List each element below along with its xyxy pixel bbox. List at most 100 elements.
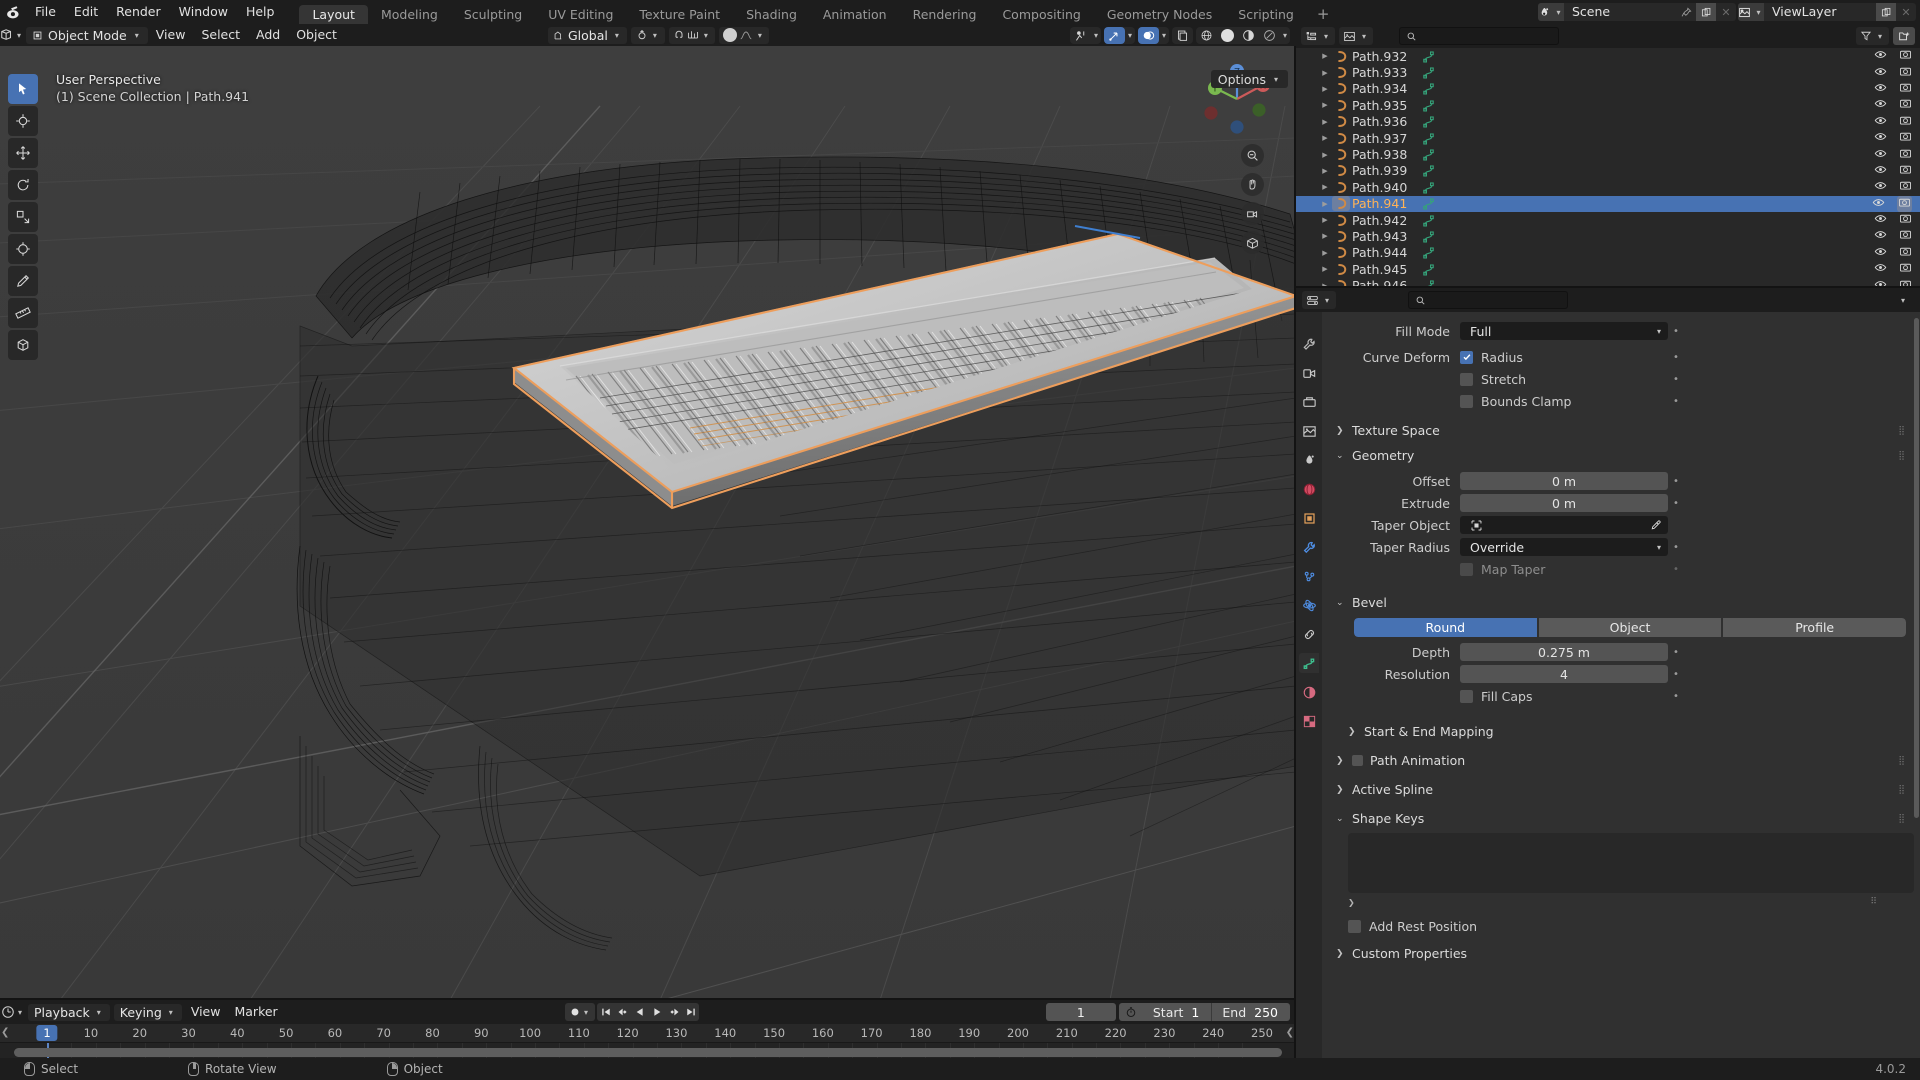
workspace-tab-uv-editing[interactable]: UV Editing [535,5,626,24]
outliner-row-path-932[interactable]: ▶ Path.932 [1296,48,1920,64]
hide-in-viewport-icon[interactable] [1874,245,1887,261]
annotate-icon[interactable] [8,266,38,296]
animate-property-dot[interactable]: • [1668,691,1684,702]
expand-triangle-icon[interactable]: ▶ [1318,183,1332,191]
outliner-row-path-940[interactable]: ▶ Path.940 [1296,179,1920,195]
hide-in-viewport-icon[interactable] [1874,130,1887,146]
menu-render[interactable]: Render [107,0,170,24]
properties-tab-object[interactable] [1299,508,1319,528]
curve-data-icon[interactable] [1419,49,1437,64]
new-collection-button[interactable] [1893,27,1915,45]
play-icon[interactable] [648,1003,665,1021]
move-icon[interactable] [8,138,38,168]
play-reverse-icon[interactable] [631,1003,648,1021]
curve-data-icon[interactable] [1419,131,1437,146]
animate-property-dot[interactable]: • [1668,476,1684,487]
properties-tab-constraints[interactable] [1299,624,1319,644]
splitter-horizontal-outliner[interactable] [1296,286,1920,288]
menu-edit[interactable]: Edit [65,0,107,24]
workspace-tab-shading[interactable]: Shading [733,5,810,24]
shape-keys-list[interactable]: + − ∨ [1348,833,1914,893]
current-frame-field[interactable]: 1 [1045,1003,1116,1021]
disable-in-renders-icon[interactable] [1899,147,1912,163]
workspace-tab-geometry-nodes[interactable]: Geometry Nodes [1094,5,1225,24]
add-rest-position-checkbox[interactable] [1348,919,1361,933]
chevron-right-icon[interactable]: ❯ [1348,898,1355,907]
path-animation-panel-header[interactable]: ❯ Path Animation ⣿ [1328,750,1914,771]
fill-caps-checkbox[interactable] [1460,689,1473,703]
transform-orientation-selector[interactable]: Global ▾ [548,26,627,44]
clock-icon[interactable] [1119,1006,1143,1018]
outliner-row-path-934[interactable]: ▶ Path.934 [1296,81,1920,97]
outliner-filter-button[interactable]: ▾ [1855,27,1889,45]
menu-window[interactable]: Window [170,0,237,24]
solid-shading-icon[interactable] [1217,27,1238,44]
shading-modes-group[interactable]: ▾ [1195,26,1290,44]
transform-icon[interactable] [8,234,38,264]
hide-in-viewport-icon[interactable] [1874,212,1887,228]
editor-type-3dview-icon[interactable]: ▾ [0,24,24,46]
timeline-editor[interactable]: ▾ Playback ▾ Keying ▾ View Marker ▾ 1 St… [0,1000,1296,1058]
outliner-editor[interactable]: ▾ ▾ ▾ ▶ Path.932 ▶ Path.933 ▶ Path.934 ▶ Path.9… [1296,24,1920,288]
timeline-left-arrow-icon[interactable]: ❮ [1,1027,9,1038]
animate-property-dot[interactable]: • [1668,374,1684,385]
splitter-vertical[interactable] [1294,24,1296,1058]
start-end-mapping-panel-header[interactable]: ❯ Start & End Mapping [1340,721,1914,742]
expand-triangle-icon[interactable]: ▶ [1318,118,1332,126]
xray-toggle-icon[interactable] [1171,26,1193,44]
curve-data-icon[interactable] [1419,245,1437,260]
3d-viewport[interactable]: ▾ Object Mode ▾ View Select Add Object G… [0,24,1296,1000]
animate-property-dot[interactable]: • [1668,396,1684,407]
workspace-tab-modeling[interactable]: Modeling [368,5,451,24]
menu-help[interactable]: Help [237,0,284,24]
animate-property-dot[interactable]: • [1668,564,1684,575]
workspace-tab-sculpting[interactable]: Sculpting [451,5,535,24]
properties-tab-viewlayer[interactable] [1299,421,1319,441]
hide-in-viewport-icon[interactable] [1874,114,1887,130]
animate-property-dot[interactable]: • [1668,498,1684,509]
geometry-panel-header[interactable]: ⌄ Geometry ⣿ [1328,445,1914,466]
rotate-icon[interactable] [8,170,38,200]
disable-in-renders-icon[interactable] [1899,261,1912,277]
visibility-selector[interactable]: ▾ [1069,26,1101,44]
properties-tab-scene[interactable] [1299,450,1319,470]
properties-options-chevron-icon[interactable]: ▾ [1892,291,1914,309]
object-types-visibility-icon[interactable] [1070,27,1091,44]
properties-tab-tool[interactable] [1299,334,1319,354]
expand-triangle-icon[interactable]: ▶ [1318,232,1332,240]
bevel-panel-header[interactable]: ⌄ Bevel [1328,592,1914,613]
outliner-row-path-937[interactable]: ▶ Path.937 [1296,130,1920,146]
disable-in-renders-icon[interactable] [1899,163,1912,179]
disable-in-renders-icon[interactable] [1899,48,1912,64]
new-scene-button[interactable] [1696,3,1716,21]
shape-keys-panel-header[interactable]: ⌄ Shape Keys ⣿ [1328,808,1914,829]
workspace-tab-rendering[interactable]: Rendering [900,5,990,24]
outliner-row-path-945[interactable]: ▶ Path.945 [1296,261,1920,277]
outliner-row-path-933[interactable]: ▶ Path.933 [1296,64,1920,80]
properties-editor[interactable]: ▾ ▾ Fill Mode Full ▾ • Curve Deform Radi… [1296,288,1920,1058]
properties-content[interactable]: Fill Mode Full ▾ • Curve Deform Radius •… [1322,312,1920,1058]
viewport-options-button[interactable]: Options ▾ [1210,70,1288,88]
timeline-horizontal-scrollbar[interactable] [14,1048,1282,1057]
hide-in-viewport-icon[interactable] [1874,81,1887,97]
workspace-tab-layout[interactable]: Layout [299,5,368,24]
measure-icon[interactable] [8,298,38,328]
pin-icon[interactable] [1676,3,1696,21]
disable-in-renders-icon[interactable] [1899,130,1912,146]
properties-tab-world[interactable] [1299,479,1319,499]
disable-in-renders-icon[interactable] [1899,245,1912,261]
taper-object-field[interactable] [1460,516,1668,534]
timeline-right-arrow-icon[interactable]: ❮ [1286,1027,1294,1038]
properties-search-input[interactable] [1408,291,1569,309]
grip-dots-icon[interactable]: ⠿ [1870,897,1878,907]
properties-tab-output[interactable] [1299,392,1319,412]
timeline-menu-marker[interactable]: Marker [227,1000,284,1024]
gizmo-toggle-group[interactable]: ▾ [1103,26,1135,44]
menu-file[interactable]: File [26,0,65,24]
snapping-pivot-selector[interactable]: ▾ [630,26,665,44]
map-taper-checkbox[interactable] [1460,562,1473,576]
scene-name[interactable]: Scene [1564,3,1676,21]
camera-view-icon[interactable] [1241,202,1264,225]
outliner-display-mode-selector[interactable]: ▾ [1339,27,1374,45]
properties-scrollbar[interactable] [1914,318,1919,818]
